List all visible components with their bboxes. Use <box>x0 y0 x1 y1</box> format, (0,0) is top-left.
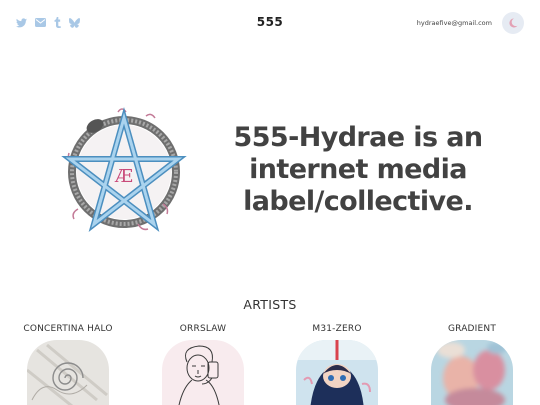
artist-card[interactable]: M31-ZERO <box>272 324 402 405</box>
spiral-doodle-thumbnail[interactable] <box>27 340 109 405</box>
artist-card[interactable]: CONCERTINA HALO <box>3 324 133 405</box>
moon-icon <box>509 18 518 28</box>
artist-card[interactable]: ORRSLAW <box>138 324 268 405</box>
anime-character-thumbnail[interactable] <box>296 340 378 405</box>
artist-name[interactable]: ORRSLAW <box>138 324 268 334</box>
hero-tagline: 555-Hydrae is an internet media label/co… <box>233 122 484 217</box>
blurry-photo-thumbnail[interactable] <box>431 340 513 405</box>
theme-toggle-button[interactable] <box>502 12 524 34</box>
artists-heading: ARTISTS <box>243 297 297 312</box>
header: 555 hydraefive@gmail.com <box>0 0 540 46</box>
artist-name[interactable]: GRADIENT <box>407 324 537 334</box>
line-drawing-figure-thumbnail[interactable] <box>162 340 244 405</box>
artist-card[interactable]: GRADIENT <box>407 324 537 405</box>
pentagram-ouroboros-logo: Æ <box>61 106 187 232</box>
artist-name[interactable]: CONCERTINA HALO <box>3 324 133 334</box>
logo-letters: Æ <box>114 166 133 187</box>
artist-name[interactable]: M31-ZERO <box>272 324 402 334</box>
page: 555 hydraefive@gmail.com Æ 555-Hydrae is… <box>0 0 540 405</box>
email-link[interactable]: hydraefive@gmail.com <box>417 19 492 27</box>
